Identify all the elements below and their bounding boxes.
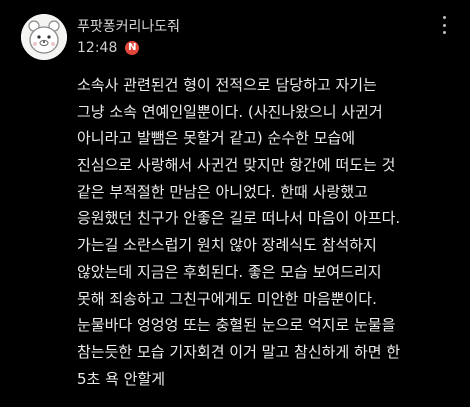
comment-author[interactable]: 푸팟퐁커리나도줘 xyxy=(77,16,180,36)
comment-line: 진심으로 사랑해서 사귄건 맞지만 항간에 떠도는 것 xyxy=(77,156,396,175)
avatar[interactable] xyxy=(21,14,67,60)
bear-avatar-icon xyxy=(21,14,67,60)
comment-line: 눈물바다 엉엉엉 또는 충혈된 눈으로 억지로 눈물을 xyxy=(77,316,396,335)
comment-line: 참는듯한 모습 기자회견 이거 말고 참신하게 하면 한 xyxy=(77,342,401,361)
comment-line: 가는길 소란스럽기 원치 않아 장례식도 참석하지 xyxy=(77,236,377,255)
more-dot xyxy=(442,23,446,27)
comment-line: 소속사 관련된건 형이 전적으로 담당하고 자기는 xyxy=(77,76,377,94)
comment-meta: 12:48 N xyxy=(77,40,140,56)
comment-body: 소속사 관련된건 형이 전적으로 담당하고 자기는 그냥 소속 연예인일뿐이다.… xyxy=(77,72,467,392)
comment-line: 5초 욕 안할게 xyxy=(77,369,166,388)
comment-line: 같은 부적절한 만남은 아니었다. 한때 사랑했고 xyxy=(77,182,368,201)
comment-line: 아니라고 발뺌은 못할거 같고) 순수한 모습에 xyxy=(77,129,356,148)
comment-time: 12:48 xyxy=(77,40,118,56)
comment-line: 응원했던 친구가 안좋은 길로 떠나서 마음이 아프다. xyxy=(77,209,401,228)
more-options-icon[interactable] xyxy=(436,14,452,36)
comment-line: 못해 죄송하고 그친구에게도 미안한 마음뿐이다. xyxy=(77,289,377,308)
more-dot xyxy=(442,16,446,19)
new-badge: N xyxy=(125,41,140,55)
comment-line: 않았는데 지금은 후회된다. 좋은 모습 보여드리지 xyxy=(77,262,382,281)
more-dot xyxy=(442,31,446,34)
comment-line: 그냥 소속 연예인일뿐이다. (사진나왔으니 사귄거 xyxy=(77,102,383,121)
